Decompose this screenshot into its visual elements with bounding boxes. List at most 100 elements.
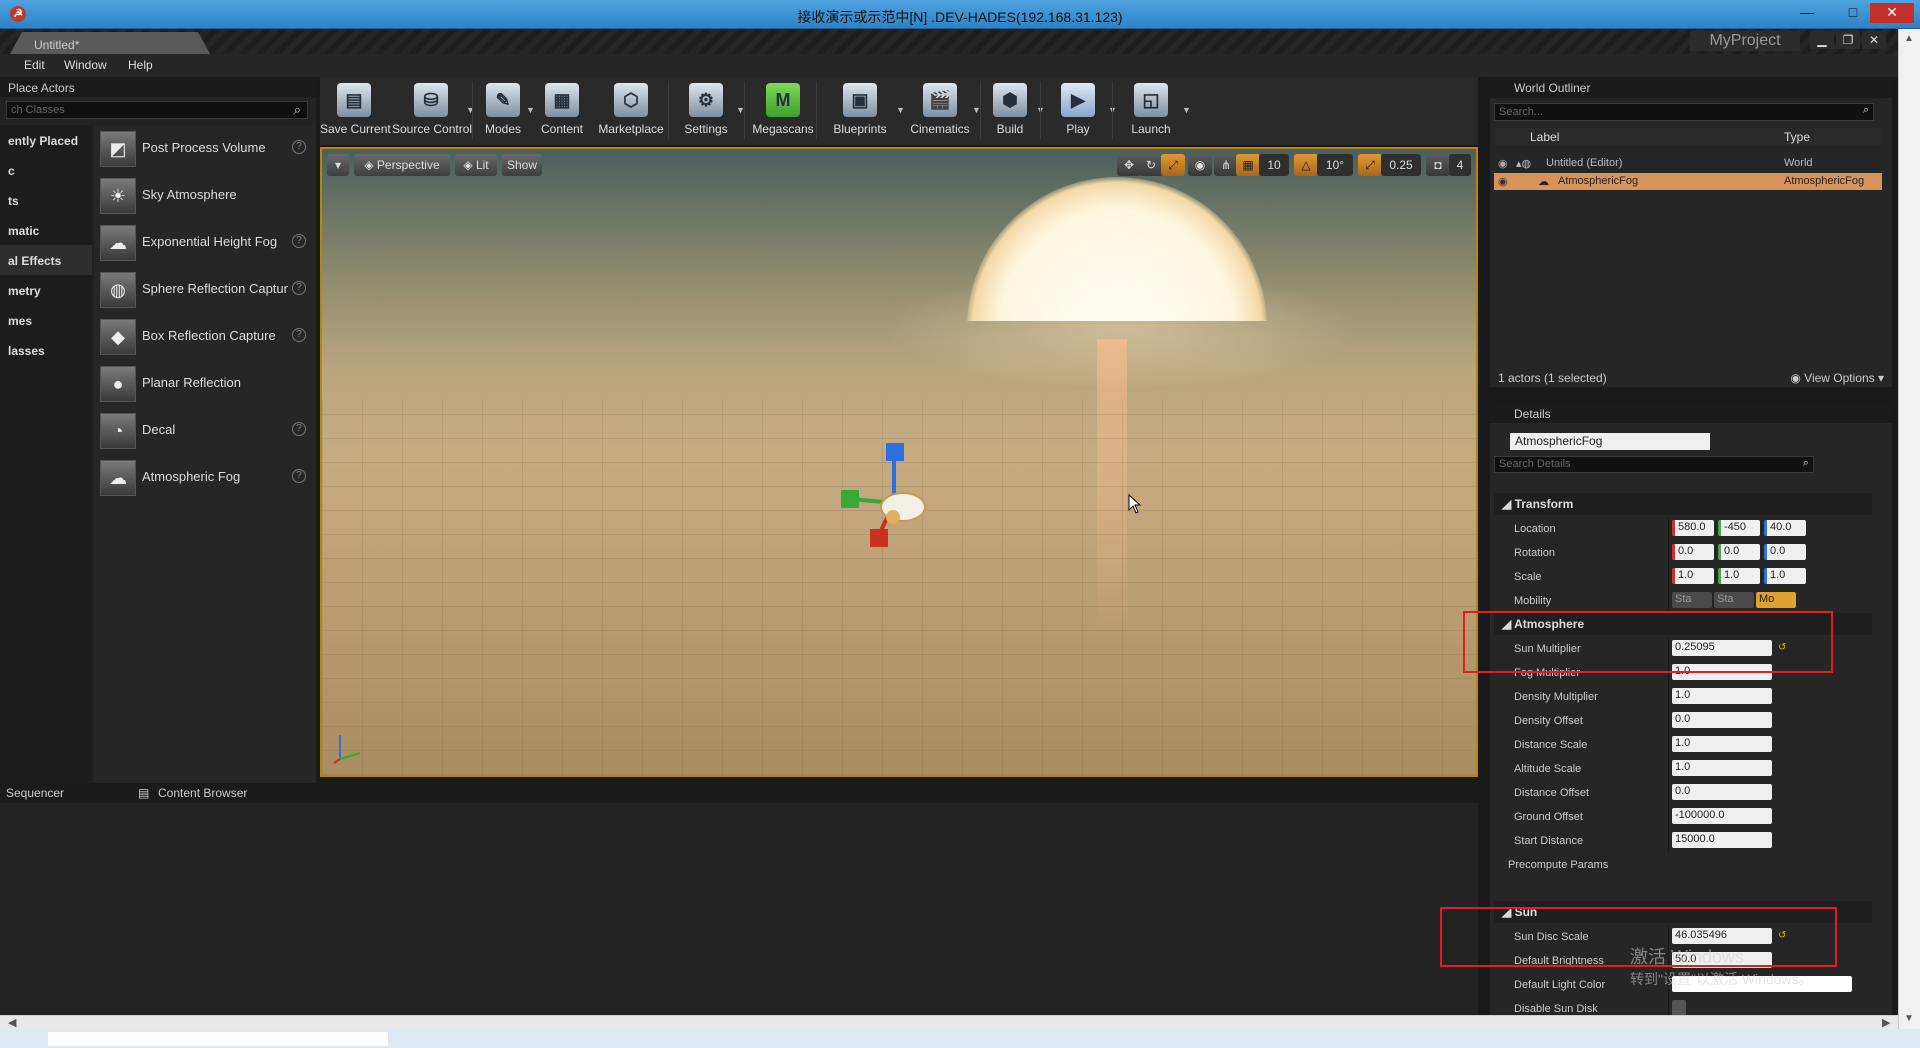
rotate-mode-icon[interactable]: ↻: [1139, 154, 1163, 176]
ground-offset-field[interactable]: -100000.0: [1672, 808, 1772, 824]
scale-y-field[interactable]: 1.0: [1718, 568, 1760, 584]
menu-window[interactable]: Window: [64, 58, 107, 72]
column-label[interactable]: Label: [1530, 130, 1559, 144]
actor-list-item[interactable]: ☁ Atmospheric Fog?: [94, 454, 316, 501]
taskbar-item[interactable]: [48, 1032, 388, 1046]
mobility-option[interactable]: Mo: [1756, 592, 1796, 608]
rotation-snap-icon[interactable]: △: [1294, 154, 1318, 176]
actor-list-item[interactable]: ☀ Sky Atmosphere: [94, 172, 316, 219]
actor-list-item[interactable]: ◩ Post Process Volume?: [94, 125, 316, 172]
level-viewport[interactable]: ▾ ◈ Perspective ◈ Lit Show ✥ ↻ ⤢ ◉ ⋔ ▦ 1…: [320, 147, 1478, 777]
help-icon[interactable]: ?: [292, 281, 306, 295]
category-item[interactable]: lasses: [0, 335, 92, 365]
perspective-button[interactable]: ◈ Perspective: [354, 154, 450, 176]
class-search-input[interactable]: ch Classes ⌕: [6, 101, 308, 119]
menu-help[interactable]: Help: [128, 58, 153, 72]
details-tab[interactable]: Details: [1490, 403, 1892, 423]
scroll-right-icon[interactable]: ▶: [1882, 1016, 1890, 1029]
cinematics-button[interactable]: 🎬 Cinematics: [904, 79, 976, 141]
column-type[interactable]: Type: [1784, 130, 1810, 144]
actor-name-field[interactable]: AtmosphericFog: [1510, 433, 1710, 450]
settings-button[interactable]: ⚙ Settings: [672, 79, 740, 141]
chevron-down-icon[interactable]: ▼: [1182, 105, 1191, 115]
window-minimize-button[interactable]: ▁: [1810, 31, 1834, 49]
modes-button[interactable]: ✎ Modes: [476, 79, 530, 141]
expand-arrow-icon[interactable]: ◢: [1502, 497, 1515, 511]
camera-speed-icon[interactable]: ◘: [1426, 154, 1450, 176]
menu-edit[interactable]: Edit: [24, 58, 45, 72]
distance-offset-field[interactable]: 0.0: [1672, 784, 1772, 800]
maximize-viewport-icon[interactable]: ❐: [1475, 154, 1476, 176]
category-item[interactable]: matic: [0, 215, 92, 245]
scroll-up-icon[interactable]: ▲: [1904, 33, 1914, 44]
rotation-z-field[interactable]: 0.0: [1764, 544, 1806, 560]
content-button[interactable]: ▦ Content: [534, 79, 590, 141]
rotation-snap-value[interactable]: 10°: [1317, 154, 1353, 176]
place-actors-tab[interactable]: Place Actors: [0, 77, 316, 97]
viewport-options-button[interactable]: ▾: [327, 154, 349, 176]
rdp-minimize-button[interactable]: —: [1790, 3, 1824, 23]
level-tab[interactable]: Untitled*: [10, 32, 210, 54]
scale-mode-icon[interactable]: ⤢: [1161, 154, 1185, 176]
world-local-icon[interactable]: ◉: [1188, 154, 1212, 176]
source-control-button[interactable]: ⛁ Source Control: [392, 79, 472, 141]
outliner-row-atmospheric-fog[interactable]: ◉ ☁ AtmosphericFog AtmosphericFog: [1494, 173, 1882, 190]
help-icon[interactable]: ?: [292, 422, 306, 436]
density-offset-field[interactable]: 0.0: [1672, 712, 1772, 728]
actor-list-item[interactable]: ◍ Sphere Reflection Captur?: [94, 266, 316, 313]
translate-mode-icon[interactable]: ✥: [1117, 154, 1141, 176]
rotation-x-field[interactable]: 0.0: [1672, 544, 1714, 560]
marketplace-button[interactable]: ⬡ Marketplace: [594, 79, 668, 141]
mobility-option[interactable]: Sta: [1672, 592, 1712, 608]
megascans-button[interactable]: M Megascans: [750, 79, 816, 141]
location-y-field[interactable]: -450: [1718, 520, 1760, 536]
start-distance-field[interactable]: 15000.0: [1672, 832, 1772, 848]
category-item[interactable]: al Effects: [0, 245, 92, 275]
view-mode-button[interactable]: ◈ Lit: [455, 154, 497, 176]
category-item[interactable]: metry: [0, 275, 92, 305]
outliner-row-world[interactable]: ◉ ▴◍ Untitled (Editor) World: [1494, 155, 1882, 172]
camera-speed-value[interactable]: 4: [1449, 154, 1471, 176]
save-current-button[interactable]: ▤ Save Current: [320, 79, 391, 141]
actor-list-item[interactable]: ☁ Exponential Height Fog?: [94, 219, 316, 266]
scale-z-field[interactable]: 1.0: [1764, 568, 1806, 584]
scale-x-field[interactable]: 1.0: [1672, 568, 1714, 584]
vertical-scrollbar[interactable]: ▲ ▼: [1898, 29, 1920, 1029]
category-item[interactable]: ts: [0, 185, 92, 215]
window-close-button[interactable]: ✕: [1862, 31, 1886, 49]
chevron-down-icon[interactable]: ▼: [466, 105, 475, 115]
distance-scale-field[interactable]: 1.0: [1672, 736, 1772, 752]
category-item[interactable]: mes: [0, 305, 92, 335]
window-restore-button[interactable]: ❐: [1836, 31, 1860, 49]
help-icon[interactable]: ?: [292, 140, 306, 154]
tab-sequencer[interactable]: Sequencer: [6, 786, 64, 800]
show-button[interactable]: Show: [502, 154, 542, 176]
category-item[interactable]: ently Placed: [0, 125, 92, 155]
altitude-scale-field[interactable]: 1.0: [1672, 760, 1772, 776]
help-icon[interactable]: ?: [292, 469, 306, 483]
tab-content-browser[interactable]: Content Browser: [158, 786, 247, 800]
grid-snap-value[interactable]: 10: [1259, 154, 1289, 176]
rdp-close-button[interactable]: ✕: [1870, 3, 1914, 23]
view-options-button[interactable]: ◉ View Options ▾: [1790, 371, 1884, 385]
rdp-maximize-button[interactable]: □: [1836, 3, 1870, 23]
visibility-eye-icon[interactable]: ◉: [1498, 157, 1508, 170]
category-item[interactable]: c: [0, 155, 92, 185]
density-multiplier-field[interactable]: 1.0: [1672, 688, 1772, 704]
help-icon[interactable]: ?: [292, 234, 306, 248]
details-search-input[interactable]: Search Details ⌕: [1494, 456, 1814, 473]
horizontal-scrollbar[interactable]: ◀ ▶: [0, 1015, 1898, 1029]
location-x-field[interactable]: 580.0: [1672, 520, 1714, 536]
outliner-search-input[interactable]: Search... ⌕: [1494, 103, 1874, 121]
scroll-left-icon[interactable]: ◀: [8, 1016, 16, 1029]
actor-list-item[interactable]: ◔ Decal?: [94, 407, 316, 454]
visibility-eye-icon[interactable]: ◉: [1498, 175, 1508, 188]
transform-gizmo[interactable]: [839, 439, 959, 559]
scale-snap-value[interactable]: 0.25: [1381, 154, 1421, 176]
rotation-y-field[interactable]: 0.0: [1718, 544, 1760, 560]
world-outliner-tab[interactable]: World Outliner: [1490, 77, 1892, 98]
launch-button[interactable]: ◱ Launch: [1116, 79, 1186, 141]
precompute-params-row[interactable]: Precompute Params: [1494, 853, 1872, 877]
scale-snap-icon[interactable]: ⤢: [1358, 154, 1382, 176]
section-transform[interactable]: ◢ Transform: [1494, 493, 1872, 515]
